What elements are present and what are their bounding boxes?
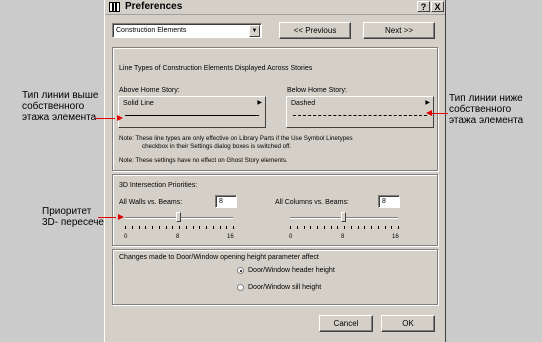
columns-tick-0: 0 [289,234,293,240]
slider-tick [125,226,126,229]
dashed-line-preview [293,115,427,116]
slider-tick [152,226,153,229]
door-window-heading: Changes made to Door/Window opening heig… [119,254,319,261]
columns-tick-16: 16 [392,234,399,240]
annotation-below-story: Тип линии ниже собственного этажа элемен… [449,93,523,126]
category-select[interactable]: Construction Elements ▼ [112,23,262,38]
slider-tick [337,226,339,229]
slider-tick [377,226,379,229]
help-button[interactable]: ? [417,1,430,12]
slider-tick [323,226,325,229]
cancel-button[interactable]: Cancel [319,315,373,332]
note-linetypes-cont: checkbox in their Settings dialog boxes … [142,143,292,150]
below-story-label: Below Home Story: [287,87,347,94]
annotation-line: собственного [22,101,85,112]
arrowhead-icon [118,214,124,220]
ok-button[interactable]: OK [381,315,435,332]
slider-tick [179,226,180,229]
annotation-line: этажа элемента [449,115,524,126]
slider-tick [290,226,291,229]
walls-beams-input[interactable]: 8 [215,195,237,208]
below-story-line-popup[interactable]: Dashed ▶ [286,96,434,128]
title-bar: Preferences ? X [105,0,445,15]
previous-button[interactable]: << Previous [279,22,351,39]
arrow-above-story [95,118,115,119]
window-title: Preferences [125,1,183,12]
slider-tick [138,226,140,229]
slider-tick [233,226,234,229]
slider-tick [398,226,399,229]
header-height-label[interactable]: Door/Window header height [248,266,335,275]
slider-tick [199,226,201,229]
slider-tick [165,226,167,229]
note-ghost-story: Note: These settings have no effect on G… [119,157,288,164]
slider-tick [185,226,187,229]
slider-tick [212,226,214,229]
walls-beams-slider-thumb[interactable] [176,212,181,222]
sill-height-label[interactable]: Door/Window sill height [248,283,321,292]
columns-beams-slider-thumb[interactable] [341,212,346,222]
radio-sill-height[interactable] [237,284,244,291]
app-icon [109,2,120,12]
arrowhead-icon [426,110,432,116]
columns-beams-label: All Columns vs. Beams: [275,199,349,206]
slider-tick [303,226,305,229]
line-types-heading: Line Types of Construction Elements Disp… [119,65,313,72]
above-story-label: Above Home Story: [119,87,180,94]
columns-beams-input[interactable]: 8 [378,195,400,208]
triangle-right-icon: ▶ [425,100,430,106]
intersection-heading: 3D Intersection Priorities: [119,182,198,189]
next-button[interactable]: Next >> [363,22,435,39]
slider-tick [344,226,345,229]
slider-tick [206,226,207,229]
annotation-above-story: Тип линии выше собственного этажа элемен… [22,90,98,123]
walls-tick-8: 8 [176,234,180,240]
slider-tick [371,226,372,229]
slider-tick [296,226,298,229]
above-story-line-popup[interactable]: Solid Line ▶ [118,96,266,128]
slider-tick [172,226,174,229]
slider-tick [192,226,194,229]
slider-tick [350,226,352,229]
close-button[interactable]: X [431,1,444,12]
triangle-right-icon: ▶ [257,100,262,106]
above-story-value: Solid Line [123,100,154,107]
arrow-3d-priority [98,217,116,218]
slider-tick [357,226,359,229]
annotation-line: Тип линии выше [22,90,99,101]
slider-tick [384,226,386,229]
solid-line-preview [125,115,259,116]
arrow-below-story [432,113,448,114]
preferences-dialog: Preferences ? X Construction Elements ▼ … [104,0,446,342]
annotation-line: этажа элемента [22,112,97,123]
slider-tick [317,226,318,229]
slider-tick [391,226,393,229]
radio-header-height[interactable] [237,267,244,274]
walls-beams-label: All Walls vs. Beams: [119,199,183,206]
slider-tick [364,226,366,229]
slider-tick [310,226,312,229]
annotation-line: собственного [449,104,512,115]
walls-tick-16: 16 [227,234,234,240]
walls-tick-0: 0 [124,234,128,240]
slider-tick [330,226,332,229]
slider-tick [226,226,228,229]
category-select-value: Construction Elements [116,27,187,34]
slider-tick [131,226,133,229]
slider-tick [158,226,160,229]
slider-tick [219,226,221,229]
annotation-line: Тип линии ниже [449,93,523,104]
below-story-value: Dashed [291,100,316,107]
slider-tick [145,226,147,229]
chevron-down-icon: ▼ [249,25,260,37]
arrowhead-icon [117,115,123,121]
columns-tick-8: 8 [341,234,345,240]
